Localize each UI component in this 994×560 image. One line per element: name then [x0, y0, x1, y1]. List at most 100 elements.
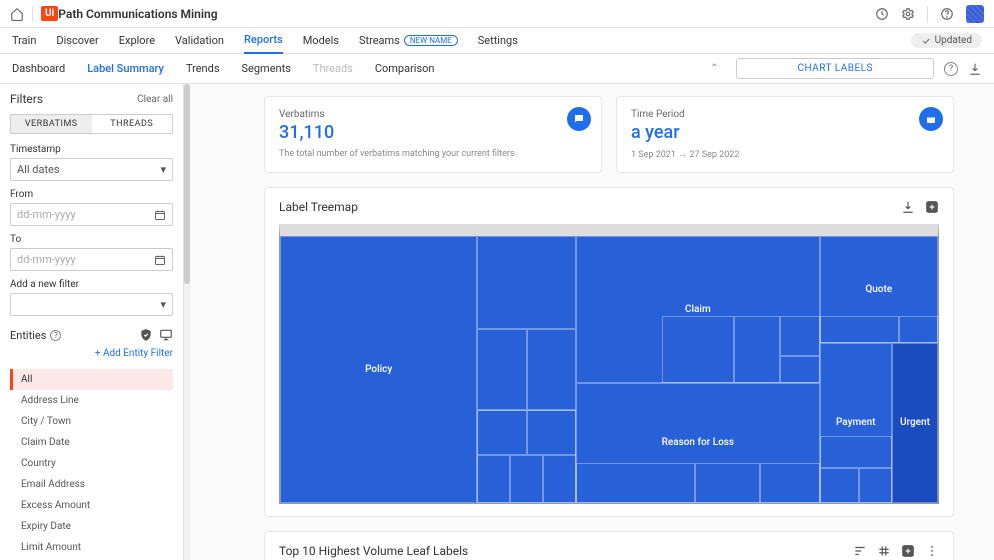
to-date-input[interactable]: dd-mm-yyyy — [10, 248, 173, 271]
topbar-left: Ui Path Communications Mining — [10, 6, 218, 21]
filters-sidebar: Filters Clear all VERBATIMS THREADS Time… — [0, 84, 184, 560]
calendar-circle-icon — [919, 107, 943, 131]
add-filter-label: Add a new filter — [10, 279, 173, 290]
expand-icon[interactable] — [925, 200, 939, 214]
monitor-icon[interactable] — [159, 328, 173, 342]
check-icon — [921, 36, 931, 46]
card-label: Verbatims — [279, 109, 587, 120]
period-card: Time Period a year 1 Sep 2021 → 27 Sep 2… — [616, 96, 954, 173]
filter-mode-toggle: VERBATIMS THREADS — [10, 114, 173, 134]
logo-badge: Ui — [41, 6, 58, 21]
treemap-box-payment[interactable]: Payment — [836, 417, 876, 428]
filters-title: Filters — [10, 92, 43, 106]
maintabs-left: Train Discover Explore Validation Report… — [12, 28, 518, 54]
to-label: To — [10, 234, 173, 245]
entity-list: All Address Line City / Town Claim Date … — [10, 369, 173, 560]
treemap-box-quote[interactable]: Quote — [865, 284, 892, 295]
maintab-streams[interactable]: StreamsNEW NAME — [359, 28, 458, 54]
from-label: From — [10, 189, 173, 200]
card-label: Time Period — [631, 109, 939, 120]
help-icon[interactable] — [940, 7, 954, 21]
updated-pill: Updated — [911, 33, 982, 48]
download-icon[interactable] — [901, 200, 915, 214]
topbar-right — [875, 5, 984, 23]
treemap-box-claim[interactable]: Claim — [685, 304, 711, 315]
maintab-explore[interactable]: Explore — [119, 28, 155, 54]
entity-item[interactable]: Expiry Date — [10, 516, 173, 537]
maintab-validation[interactable]: Validation — [175, 28, 224, 54]
more-icon[interactable] — [925, 544, 939, 558]
subtab-threads: Threads — [313, 62, 353, 75]
body: Filters Clear all VERBATIMS THREADS Time… — [0, 84, 994, 560]
verbatims-card: Verbatims 31,110 The total number of ver… — [264, 96, 602, 173]
badge-new: NEW NAME — [404, 35, 458, 46]
treemap-box-policy[interactable]: Policy — [365, 364, 392, 375]
maintab-discover[interactable]: Discover — [56, 28, 98, 54]
period-value: a year — [631, 122, 939, 143]
treemap-chart[interactable]: Policy Claim Reason for Loss — [279, 224, 939, 504]
subtab-trends[interactable]: Trends — [186, 62, 220, 75]
subtabs: Dashboard Label Summary Trends Segments … — [0, 54, 994, 84]
top10-card: Top 10 Highest Volume Leaf Labels — [264, 531, 954, 560]
help-circle-icon[interactable]: ? — [944, 62, 958, 76]
entity-item[interactable]: Excess Amount — [10, 495, 173, 516]
subtab-segments[interactable]: Segments — [242, 62, 291, 75]
clock-icon[interactable] — [875, 7, 889, 21]
topbar: Ui Path Communications Mining — [0, 0, 994, 28]
treemap-box-urgent[interactable]: Urgent — [900, 417, 930, 428]
home-icon[interactable] — [10, 7, 24, 21]
scrollbar-thumb[interactable] — [184, 84, 190, 284]
timestamp-label: Timestamp — [10, 144, 173, 155]
subtab-comparison[interactable]: Comparison — [375, 62, 435, 75]
chevron-down-icon: ▾ — [160, 298, 166, 311]
entities-label: Entities ? — [10, 329, 61, 342]
main-content: Verbatims 31,110 The total number of ver… — [184, 84, 994, 560]
subtab-dashboard[interactable]: Dashboard — [12, 62, 65, 75]
entity-item[interactable]: Email Address — [10, 474, 173, 495]
timestamp-select[interactable]: All dates ▾ — [10, 158, 173, 181]
chevron-down-icon: ▾ — [160, 163, 166, 176]
treemap-box-reason[interactable]: Reason for Loss — [662, 437, 735, 448]
top10-title: Top 10 Highest Volume Leaf Labels — [279, 544, 468, 558]
gear-icon[interactable] — [901, 7, 915, 21]
entity-item[interactable]: Address Line — [10, 390, 173, 411]
chart-labels-button[interactable]: CHART LABELS — [736, 58, 934, 79]
caret-up-icon[interactable]: ⌃ — [710, 63, 718, 74]
summary-cards: Verbatims 31,110 The total number of ver… — [264, 96, 954, 173]
app-title: Path Communications Mining — [58, 7, 217, 21]
card-desc: The total number of verbatims matching y… — [279, 149, 587, 159]
entity-item[interactable]: City / Town — [10, 411, 173, 432]
entities-help-icon[interactable]: ? — [50, 330, 61, 341]
chat-icon — [567, 107, 591, 131]
toggle-threads[interactable]: THREADS — [92, 115, 173, 133]
subtabs-left: Dashboard Label Summary Trends Segments … — [12, 62, 435, 75]
avatar[interactable] — [966, 5, 984, 23]
maintab-settings[interactable]: Settings — [478, 28, 518, 54]
treemap-title: Label Treemap — [279, 200, 358, 214]
entity-item[interactable]: Limit Amount — [10, 537, 173, 558]
subtabs-right: ⌃ CHART LABELS ? — [710, 58, 982, 79]
maintab-models[interactable]: Models — [303, 28, 339, 54]
entity-item-all[interactable]: All — [10, 369, 173, 390]
treemap-card: Label Treemap Policy C — [264, 187, 954, 517]
maintab-reports[interactable]: Reports — [244, 28, 283, 54]
toggle-verbatims[interactable]: VERBATIMS — [11, 115, 92, 133]
grid-icon[interactable] — [877, 544, 891, 558]
verbatims-count: 31,110 — [279, 122, 587, 143]
add-filter-select[interactable]: ▾ — [10, 293, 173, 316]
subtab-label-summary[interactable]: Label Summary — [87, 62, 164, 75]
from-date-input[interactable]: dd-mm-yyyy — [10, 203, 173, 226]
expand-icon[interactable] — [901, 544, 915, 558]
add-entity-filter-button[interactable]: + Add Entity Filter — [10, 348, 173, 359]
calendar-icon — [154, 254, 166, 266]
card-desc: 1 Sep 2021 → 27 Sep 2022 — [631, 149, 939, 160]
entity-item[interactable]: Country — [10, 453, 173, 474]
clear-all-button[interactable]: Clear all — [137, 94, 173, 105]
calendar-icon — [154, 209, 166, 221]
sort-icon[interactable] — [853, 544, 867, 558]
shield-check-icon[interactable] — [139, 328, 153, 342]
entity-item[interactable]: Claim Date — [10, 432, 173, 453]
download-icon[interactable] — [968, 62, 982, 76]
maintabs: Train Discover Explore Validation Report… — [0, 28, 994, 54]
maintab-train[interactable]: Train — [12, 28, 36, 54]
